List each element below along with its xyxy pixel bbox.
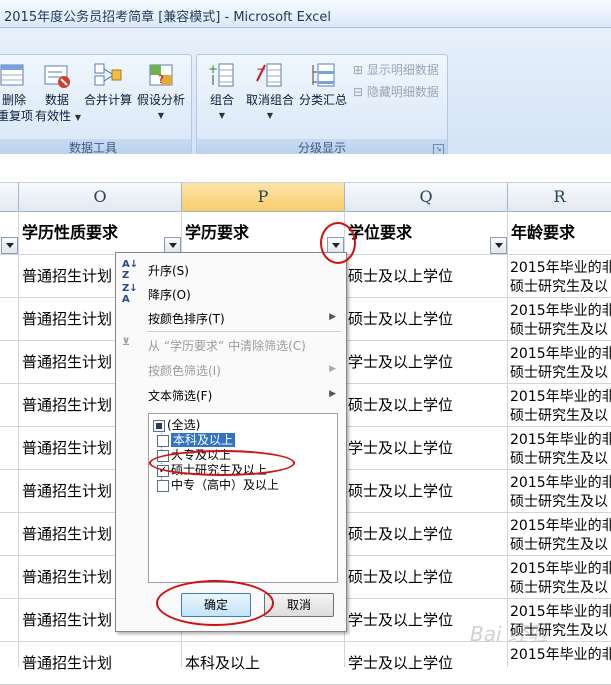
filter-dropdown-q[interactable] [490, 237, 507, 254]
subtotal-icon [308, 61, 338, 89]
menu-sort-ascending[interactable]: 升序(S) [148, 262, 189, 279]
cell-degree[interactable]: 硕士及以上学位 [348, 308, 504, 329]
menu-sort-descending[interactable]: 降序(O) [148, 286, 191, 303]
hide-detail-button[interactable]: ⊟ 隐藏明细数据 [353, 83, 439, 100]
checkbox-0[interactable] [153, 420, 165, 432]
sort-ascending-icon: A↓ Z [122, 259, 139, 281]
menu-sort-by-color[interactable]: 按颜色排序(T) [148, 310, 225, 327]
annotation-circle-ok [156, 580, 274, 626]
column-header-prev[interactable] [0, 183, 19, 212]
dropdown-arrow-icon: ▼ [218, 111, 226, 120]
column-header-q[interactable]: Q [345, 183, 508, 212]
cell-degree[interactable]: 学士及以上学位 [348, 351, 504, 372]
submenu-arrow-icon: ▶ [329, 389, 336, 399]
checkbox-1[interactable] [157, 435, 169, 447]
dropdown-arrow-icon: ▼ [157, 111, 165, 120]
cell-age-line2[interactable]: 硕士研究生及以 [510, 577, 611, 597]
annotation-circle-option [149, 450, 295, 476]
cell-age-line1[interactable]: 2015年毕业的非 [510, 300, 611, 320]
cell-degree[interactable]: 学士及以上学位 [348, 652, 504, 673]
cell-age-line1[interactable]: 2015年毕业的非 [510, 257, 611, 277]
svg-text:+: + [208, 62, 218, 76]
filter-option-0[interactable]: (全选) [167, 418, 200, 432]
cell-age-line2[interactable]: 硕士研究生及以 [510, 534, 611, 554]
ungroup-button[interactable]: − 取消组合 ▼ [243, 61, 297, 124]
menu-text-filters[interactable]: 文本筛选(F) [148, 387, 212, 404]
group-button[interactable]: + 组合 ▼ [203, 61, 241, 124]
ungroup-icon: − [255, 61, 285, 89]
what-if-analysis-icon: ? [146, 61, 176, 89]
hide-detail-icon: ⊟ [353, 85, 364, 99]
data-validation-button[interactable]: 数据 有效性 ▼ [35, 61, 81, 126]
cell-age-line1[interactable]: 2015年毕业的非 [510, 644, 611, 664]
cell-degree[interactable]: 硕士及以上学位 [348, 394, 504, 415]
clear-filter-icon: ⊻ [122, 337, 131, 348]
svg-text:?: ? [158, 73, 164, 86]
remove-duplicates-button[interactable]: 删除 重复项 [0, 61, 33, 124]
filter-dropdown-prev[interactable] [1, 237, 18, 254]
cell-age-line2[interactable]: 硕士研究生及以 [510, 448, 611, 468]
group-icon: + [207, 61, 237, 89]
dropdown-arrow-icon: ▼ [266, 111, 274, 120]
cell-age-line2[interactable]: 硕士研究生及以 [510, 491, 611, 511]
header-education-type: 学历性质要求 [22, 223, 119, 242]
cell-age-line1[interactable]: 2015年毕业的非 [510, 429, 611, 449]
cell-degree[interactable]: 硕士及以上学位 [348, 480, 504, 501]
header-education: 学历要求 [185, 223, 250, 242]
subtotal-button[interactable]: 分类汇总 [297, 61, 349, 108]
menu-clear-filter[interactable]: 从 “学历要求” 中清除筛选(C) [148, 337, 306, 354]
annotation-circle-dropdown [320, 222, 356, 264]
watermark: Bai 经验 [470, 622, 548, 646]
window-title: 2015年度公务员招考简章 [兼容模式] - Microsoft Excel [4, 10, 332, 25]
filter-value-list[interactable]: (全选) 本科及以上 大专及以上 ✓ 硕士研究生及以上 中专（高中）及以上 [148, 413, 338, 583]
group-outline: + 组合 ▼ − 取消组合 ▼ 分类汇总 ⊞ 显示明细数据 ⊟ 隐藏明细数据 分… [196, 54, 448, 158]
cell-age-line1[interactable]: 2015年毕业的非 [510, 472, 611, 492]
submenu-arrow-icon: ▶ [329, 312, 336, 322]
cell-age-line2[interactable]: 硕士研究生及以 [510, 405, 611, 425]
cell-age-line1[interactable]: 2015年毕业的非 [510, 558, 611, 578]
submenu-arrow-icon: ▶ [329, 364, 336, 374]
show-detail-icon: ⊞ [353, 63, 364, 77]
consolidate-icon [93, 61, 123, 89]
filter-option-1[interactable]: 本科及以上 [171, 433, 236, 447]
cell-age-line1[interactable]: 2015年毕业的非 [510, 343, 611, 363]
autofilter-menu: A↓ Z 升序(S) Z↓ A 降序(O) 按颜色排序(T) ▶ ⊻ 从 “学历要求… [115, 252, 347, 632]
column-header-p[interactable]: P [182, 183, 345, 212]
header-age: 年龄要求 [511, 223, 576, 242]
group-data-tools: 删除 重复项 数据 有效性 ▼ 合并计算 ? 假设分析 ▼ 数据工具 [0, 54, 192, 158]
sheet-top-area [0, 154, 611, 183]
cancel-button[interactable]: 取消 [264, 593, 334, 617]
show-detail-button[interactable]: ⊞ 显示明细数据 [353, 61, 439, 78]
column-header-o[interactable]: O [19, 183, 182, 212]
header-degree: 学位要求 [348, 223, 413, 242]
filter-option-4[interactable]: 中专（高中）及以上 [171, 478, 279, 492]
cell-degree[interactable]: 硕士及以上学位 [348, 523, 504, 544]
cell-education[interactable]: 本科及以上 [185, 652, 341, 673]
sort-descending-icon: Z↓ A [122, 283, 138, 305]
cell-age-line2[interactable]: 硕士研究生及以 [510, 319, 611, 339]
title-bar: 2015年度公务员招考简章 [兼容模式] - Microsoft Excel [0, 0, 611, 28]
ribbon: 删除 重复项 数据 有效性 ▼ 合并计算 ? 假设分析 ▼ 数据工具 + 组合 … [0, 28, 611, 158]
cell-degree[interactable]: 学士及以上学位 [348, 437, 504, 458]
dropdown-arrow-icon: ▼ [74, 113, 81, 122]
cell-age-line1[interactable]: 2015年毕业的非 [510, 386, 611, 406]
cell-age-line2[interactable]: 硕士研究生及以 [510, 276, 611, 296]
consolidate-button[interactable]: 合并计算 [83, 61, 133, 108]
remove-duplicates-icon [0, 61, 29, 89]
menu-filter-by-color[interactable]: 按颜色筛选(I) [148, 362, 221, 379]
what-if-analysis-button[interactable]: ? 假设分析 ▼ [135, 61, 187, 124]
cell-education-type[interactable]: 普通招生计划 [22, 652, 178, 673]
cell-degree[interactable]: 硕士及以上学位 [348, 265, 504, 286]
column-header-r[interactable]: R [508, 183, 611, 212]
checkbox-4[interactable] [157, 480, 169, 492]
cell-age-line1[interactable]: 2015年毕业的非 [510, 515, 611, 535]
cell-age-line2[interactable]: 硕士研究生及以 [510, 362, 611, 382]
data-validation-icon [42, 61, 72, 89]
cell-degree[interactable]: 硕士及以上学位 [348, 566, 504, 587]
